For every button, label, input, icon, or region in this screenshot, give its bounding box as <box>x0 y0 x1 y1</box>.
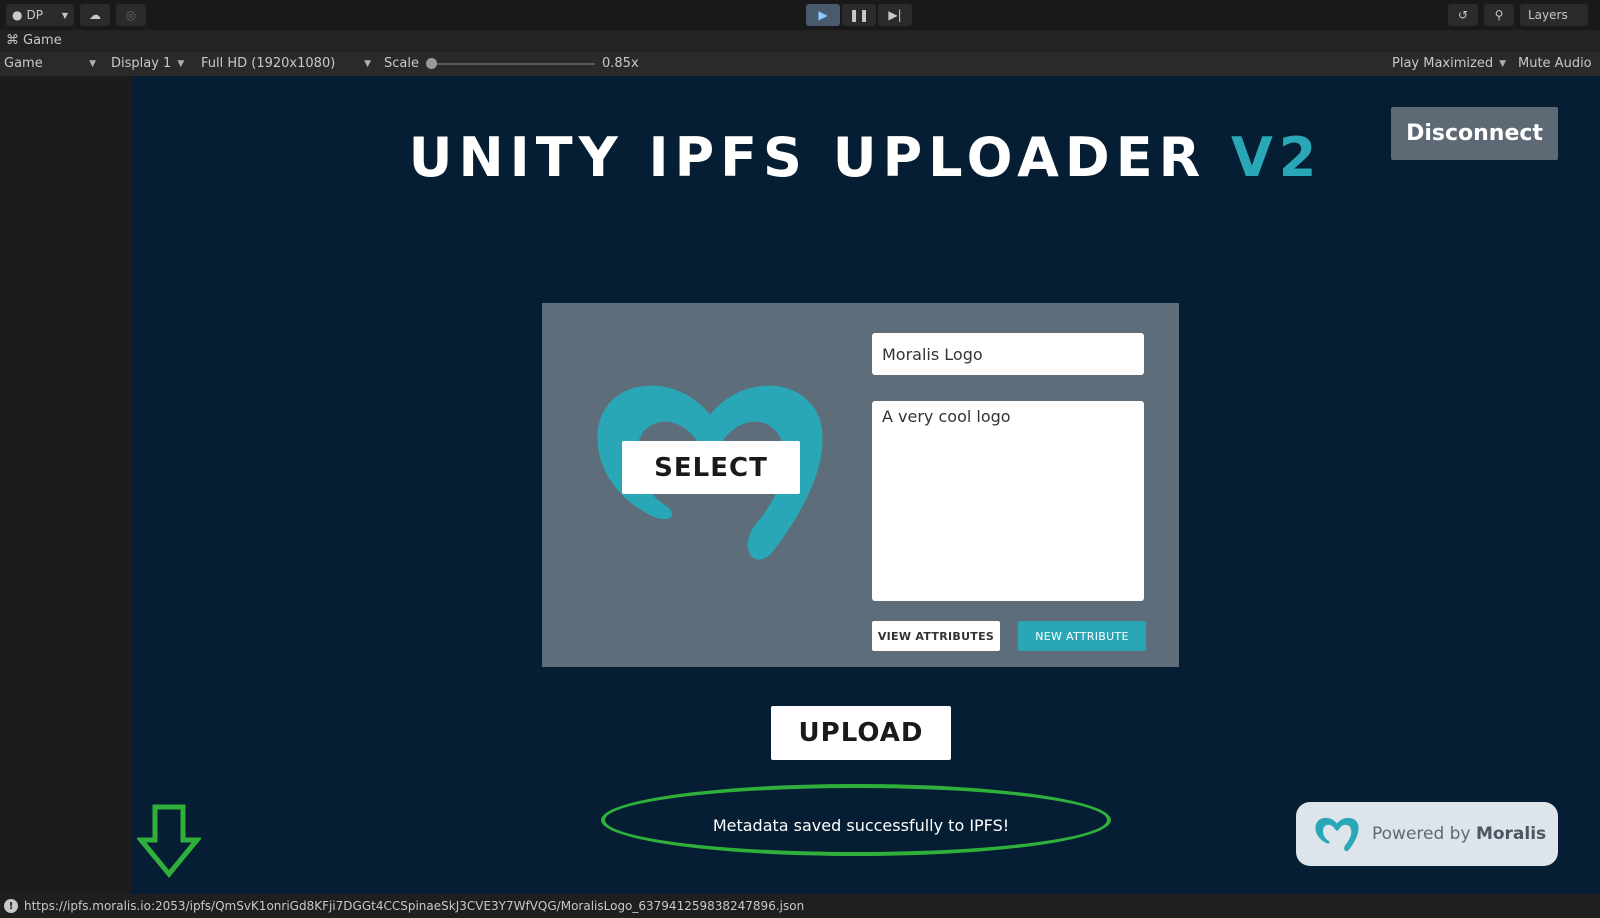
left-letterbox <box>0 76 131 894</box>
pause-button[interactable]: ❚❚ <box>842 4 876 26</box>
chevron-down-icon: ▼ <box>364 58 371 69</box>
chevron-down-icon: ▼ <box>177 58 185 69</box>
new-attribute-button[interactable]: NEW ATTRIBUTE <box>1018 621 1146 651</box>
history-icon: ↺ <box>1457 8 1469 22</box>
play-maximized-label: Play Maximized <box>1392 56 1494 71</box>
layers-label: Layers <box>1528 8 1568 22</box>
chevron-down-icon: ▼ <box>61 10 68 20</box>
powered-by-prefix: Powered by <box>1372 824 1471 844</box>
play-icon: ▶ <box>818 8 828 22</box>
step-button[interactable]: ▶| <box>878 4 912 26</box>
upload-button[interactable]: UPLOAD <box>771 706 951 760</box>
disconnect-button[interactable]: Disconnect <box>1391 107 1558 160</box>
search-icon: ⚲ <box>1494 8 1504 22</box>
chevron-down-icon: ▼ <box>89 58 96 69</box>
tab-bar: ⌘ Game <box>0 30 1600 52</box>
display-label: Display 1 <box>111 56 172 71</box>
playmode-controls: ▶ ❚❚ ▶| <box>806 4 912 26</box>
chevron-down-icon: ▼ <box>1499 58 1507 69</box>
select-image-button[interactable]: SELECT <box>622 441 800 494</box>
collab-button[interactable]: ◎ <box>116 4 146 26</box>
cloud-icon: ☁ <box>89 8 101 22</box>
account-label: DP <box>26 8 43 22</box>
title-main: UNITY IPFS UPLOADER <box>408 126 1207 189</box>
tab-game-label: Game <box>23 33 62 48</box>
upload-panel: SELECT A very cool logo VIEW ATTRIBUTES … <box>542 303 1179 667</box>
layers-dropdown[interactable]: Layers <box>1520 4 1588 26</box>
moralis-logo-icon <box>1315 817 1359 852</box>
info-icon: ! <box>4 899 18 913</box>
account-button[interactable]: ● DP ▼ <box>6 4 74 26</box>
powered-by-brand: Moralis <box>1475 824 1547 844</box>
collab-icon: ◎ <box>125 8 137 22</box>
scale-slider-handle[interactable] <box>426 58 437 69</box>
powered-by-badge[interactable]: Powered by Moralis <box>1296 802 1558 866</box>
play-button[interactable]: ▶ <box>806 4 840 26</box>
status-message: Metadata saved successfully to IPFS! <box>712 816 1010 835</box>
history-button[interactable]: ↺ <box>1448 4 1478 26</box>
step-icon: ▶| <box>888 8 902 22</box>
game-canvas: UNITY IPFS UPLOADER V2 Disconnect SELECT… <box>131 76 1600 894</box>
console-status-bar[interactable]: ! https://ipfs.moralis.io:2053/ipfs/QmSv… <box>0 894 1600 918</box>
page-title: UNITY IPFS UPLOADER V2 <box>131 126 1600 189</box>
description-input[interactable]: A very cool logo <box>872 401 1144 601</box>
mute-audio-toggle[interactable]: Mute Audio <box>1518 56 1592 71</box>
cloud-button[interactable]: ☁ <box>80 4 110 26</box>
scale-slider-track[interactable] <box>430 63 595 65</box>
display-dropdown[interactable]: Display 1 ▼ <box>111 56 184 71</box>
title-accent: V2 <box>1231 126 1323 189</box>
mode-label: Game <box>4 56 43 71</box>
scale-value: 0.85x <box>602 56 639 71</box>
name-input[interactable] <box>872 333 1144 375</box>
main-toolbar: ● DP ▼ ☁ ◎ ▶ ❚❚ ▶| ↺ ⚲ Layers <box>0 0 1600 30</box>
game-view-bar: Game ▼ Display 1 ▼ Full HD (1920x1080) ▼… <box>0 52 1600 76</box>
search-button[interactable]: ⚲ <box>1484 4 1514 26</box>
arrow-down-icon <box>137 804 201 878</box>
gamepad-icon: ⌘ <box>6 33 19 48</box>
scale-label: Scale <box>384 56 419 71</box>
powered-by-text: Powered by Moralis <box>1372 824 1546 844</box>
view-attributes-button[interactable]: VIEW ATTRIBUTES <box>872 621 1000 651</box>
play-maximized-dropdown[interactable]: Play Maximized ▼ <box>1392 56 1506 71</box>
console-message: https://ipfs.moralis.io:2053/ipfs/QmSvK1… <box>24 899 805 913</box>
mode-dropdown[interactable]: Game ▼ <box>4 56 96 71</box>
resolution-label: Full HD (1920x1080) <box>201 56 336 71</box>
account-icon: ● <box>12 8 23 22</box>
resolution-dropdown[interactable]: Full HD (1920x1080) ▼ <box>201 56 371 71</box>
tab-game[interactable]: ⌘ Game <box>6 33 62 48</box>
pause-icon: ❚❚ <box>848 8 870 22</box>
